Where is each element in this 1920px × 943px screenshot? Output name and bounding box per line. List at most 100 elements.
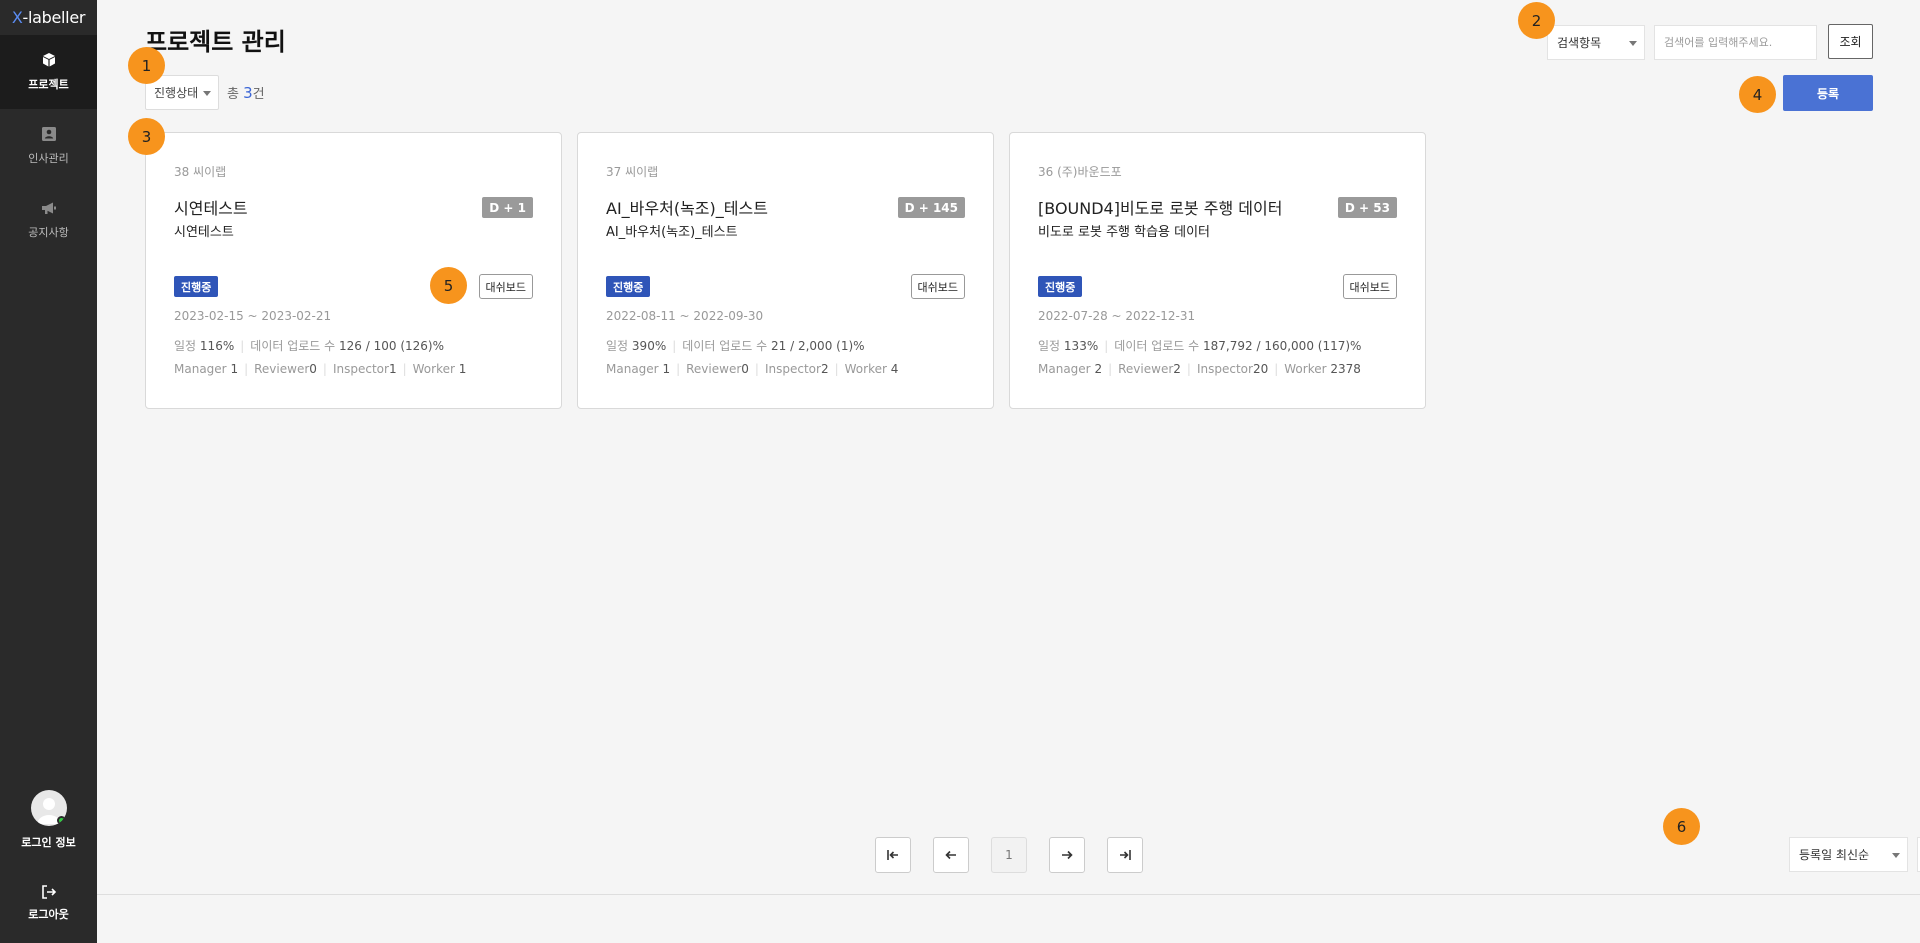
main-content: 프로젝트 관리 진행상태 총 3건 검색항목 조회 등록 38 씨이랩 시연테스…: [97, 0, 1920, 895]
members-line: Manager 1 | Reviewer0 | Inspector2 | Worker 4: [606, 362, 899, 376]
status-badge: 진행중: [606, 276, 651, 297]
search-field-value: 검색항목: [1557, 36, 1602, 50]
sidebar-item-hr[interactable]: 인사관리: [0, 109, 97, 183]
dashboard-button[interactable]: 대쉬보드: [910, 274, 965, 299]
upload-label: 데이터 업로드 수: [250, 339, 336, 353]
sidebar-item-notice[interactable]: 공지사항: [0, 183, 97, 257]
manager-count: 1: [662, 362, 671, 376]
sort-select[interactable]: 등록일 최신순: [1789, 837, 1908, 872]
project-card[interactable]: 37 씨이랩 AI_바우처(녹조)_테스트 AI_바우처(녹조)_테스트 D +…: [577, 132, 994, 409]
reviewer-count: 2: [1173, 362, 1181, 376]
worker-count: 4: [890, 362, 899, 376]
sidebar-item-label: 인사관리: [28, 152, 69, 165]
chevron-down-icon: [1629, 41, 1637, 46]
progress-line: 일정 116% | 데이터 업로드 수 126 / 100 (126)%: [174, 339, 444, 353]
dday-badge: D + 1: [482, 197, 533, 218]
worker-label: Worker: [1284, 362, 1327, 376]
sidebar-item-project[interactable]: 프로젝트: [0, 35, 97, 109]
total-suffix: 건: [252, 87, 265, 102]
percent-sign: %: [432, 339, 444, 353]
footer-bar: [97, 894, 1920, 943]
sidebar-item-label: 프로젝트: [28, 78, 69, 91]
percent-sign: %: [1086, 339, 1099, 353]
project-subtitle: 시연테스트: [174, 225, 234, 240]
schedule-label: 일정: [606, 339, 629, 353]
project-number: 36 (주)바운드포: [1038, 165, 1122, 179]
last-page-icon: [1120, 850, 1131, 860]
project-card[interactable]: 38 씨이랩 시연테스트 시연테스트 D + 1 진행중 대쉬보드 2023-0…: [145, 132, 562, 409]
dashboard-button[interactable]: 대쉬보드: [1342, 274, 1397, 299]
total-prefix: 총: [227, 87, 239, 102]
sidebar: X -labeller 프로젝트 인사관리 공지사항 로그인 정보 로그아웃: [0, 0, 97, 943]
progress-line: 일정 133% | 데이터 업로드 수 187,792 / 160,000 (117…: [1038, 339, 1362, 353]
project-period: 2022-07-28 ~ 2022-12-31: [1038, 309, 1196, 323]
inspector-count: 1: [388, 362, 397, 376]
inspector-label: Inspector: [764, 362, 821, 376]
manager-label: Manager: [1038, 362, 1091, 376]
project-card[interactable]: 36 (주)바운드포 [BOUND4]비도로 로봇 주행 데이터 비도로 로봇 …: [1009, 132, 1426, 409]
page-title: 프로젝트 관리: [145, 28, 286, 56]
annotation-marker: 3: [128, 118, 165, 155]
cube-icon: [42, 53, 55, 67]
manager-label: Manager: [606, 362, 659, 376]
inspector-count: 20: [1252, 362, 1269, 376]
worker-count: 1: [458, 362, 467, 376]
annotation-marker: 1: [128, 47, 165, 84]
logout-button[interactable]: 로그아웃: [0, 884, 97, 922]
prev-page-button[interactable]: [933, 837, 969, 873]
reviewer-label: Reviewer: [1118, 362, 1174, 376]
logout-icon: [41, 885, 56, 899]
schedule-value: 116: [199, 339, 223, 353]
chevron-down-icon: [203, 91, 211, 96]
schedule-label: 일정: [174, 339, 197, 353]
inspector-label: Inspector: [1196, 362, 1253, 376]
project-period: 2022-08-11 ~ 2022-09-30: [606, 309, 764, 323]
user-info[interactable]: 로그인 정보: [0, 790, 97, 850]
project-subtitle: AI_바우처(녹조)_테스트: [606, 225, 738, 240]
sort-value: 등록일 최신순: [1799, 848, 1870, 862]
annotation-marker: 6: [1663, 808, 1700, 845]
search-field-select[interactable]: 검색항목: [1547, 25, 1645, 60]
annotation-marker: 5: [430, 267, 467, 304]
person-card-icon: [41, 127, 56, 141]
total-count: 총 3건: [227, 83, 265, 102]
inspector-label: Inspector: [332, 362, 389, 376]
upload-value: 126 / 100 (126): [339, 339, 433, 353]
next-page-button[interactable]: [1049, 837, 1085, 873]
register-button[interactable]: 등록: [1783, 75, 1873, 111]
logout-label: 로그아웃: [28, 908, 69, 921]
project-title: 시연테스트: [174, 199, 248, 218]
user-info-label: 로그인 정보: [21, 836, 76, 849]
percent-sign: %: [1350, 339, 1362, 353]
worker-count: 2378: [1330, 362, 1361, 376]
megaphone-icon: [41, 202, 56, 214]
progress-line: 일정 390% | 데이터 업로드 수 21 / 2,000 (1)%: [606, 339, 865, 353]
dashboard-button[interactable]: 대쉬보드: [478, 274, 533, 299]
dday-badge: D + 53: [1337, 197, 1397, 218]
worker-label: Worker: [412, 362, 455, 376]
last-page-button[interactable]: [1107, 837, 1143, 873]
dday-badge: D + 145: [897, 197, 965, 218]
project-period: 2023-02-15 ~ 2023-02-21: [174, 309, 332, 323]
search-input[interactable]: [1654, 25, 1817, 60]
upload-label: 데이터 업로드 수: [1114, 339, 1200, 353]
percent-sign: %: [222, 339, 235, 353]
annotation-marker: 2: [1518, 2, 1555, 39]
upload-value: 21 / 2,000 (1): [771, 339, 854, 353]
total-number: 3: [243, 84, 253, 102]
project-title: AI_바우처(녹조)_테스트: [606, 199, 768, 218]
avatar[interactable]: [30, 790, 67, 826]
status-filter-value: 진행상태: [154, 86, 199, 100]
status-badge: 진행중: [1038, 276, 1083, 297]
online-status-dot: [56, 816, 66, 825]
search-button[interactable]: 조회: [1828, 24, 1873, 59]
app-logo[interactable]: X -labeller: [0, 0, 97, 35]
arrow-right-icon: [1062, 850, 1073, 860]
schedule-value: 133: [1063, 339, 1087, 353]
chevron-down-icon: [1892, 853, 1900, 858]
sidebar-item-label: 공지사항: [28, 226, 69, 239]
reviewer-count: 0: [309, 362, 317, 376]
first-page-button[interactable]: [875, 837, 911, 873]
current-page[interactable]: 1: [991, 837, 1027, 873]
annotation-marker: 4: [1739, 76, 1776, 113]
